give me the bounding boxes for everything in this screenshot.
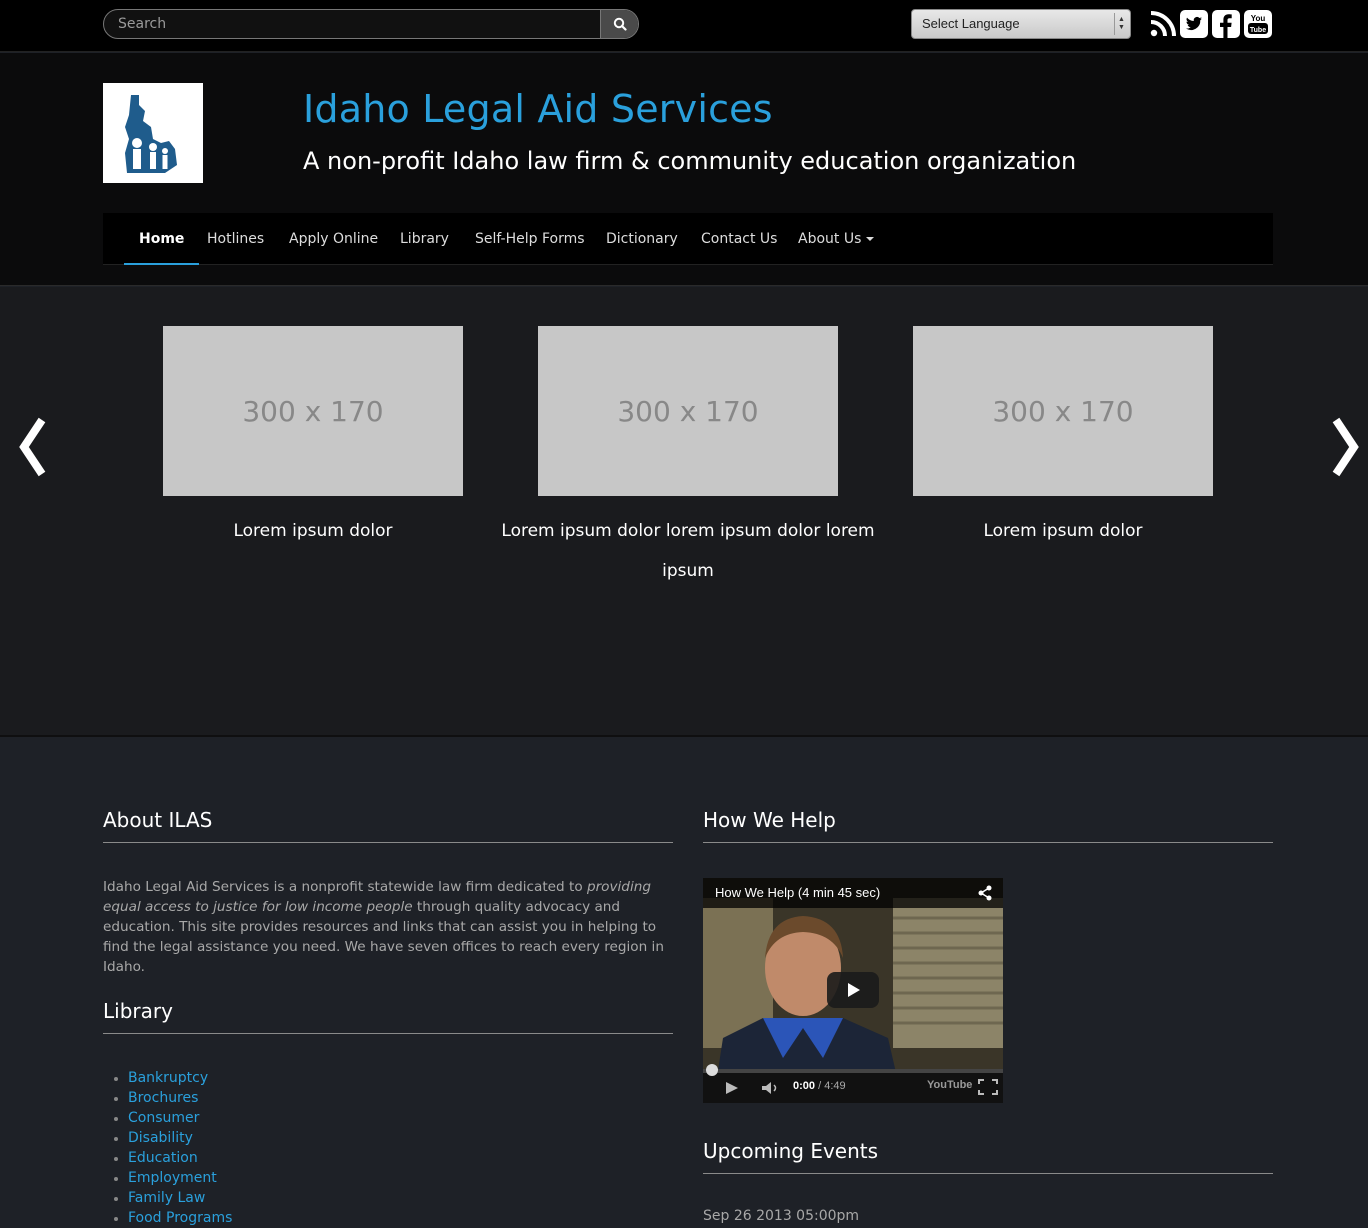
library-heading: Library [103,999,173,1023]
library-link-consumer[interactable]: Consumer [103,1108,232,1128]
video-scrubber-handle[interactable] [706,1064,718,1076]
volume-icon[interactable] [761,1081,781,1095]
nav-item-hotlines[interactable]: Hotlines [207,213,264,265]
site-header: Idaho Legal Aid Services A non-profit Id… [0,53,1368,286]
divider [703,842,1273,843]
about-heading: About ILAS [103,808,213,832]
caret-down-icon [866,237,875,241]
nav-item-self-help-forms[interactable]: Self-Help Forms [475,213,585,265]
language-select[interactable]: Select Language ▲ ▼ [911,9,1131,39]
search-box [103,9,639,39]
carousel: 300 x 170 Lorem ipsum dolor 300 x 170 Lo… [0,287,1368,737]
svg-text:You: You [1251,14,1266,23]
nav-item-library[interactable]: Library [400,213,449,265]
main-nav: Home Hotlines Apply Online Library Self-… [103,213,1273,265]
about-text: Idaho Legal Aid Services is a nonprofit … [103,879,664,975]
slide-image: 300 x 170 [913,326,1213,496]
divider [103,1033,673,1034]
search-button[interactable] [600,10,638,38]
search-icon [613,17,627,31]
video-time: 0:00 / 4:49 [793,1080,846,1092]
svg-text:Tube: Tube [1250,27,1266,34]
nav-item-apply-online[interactable]: Apply Online [289,213,378,265]
language-select-label: Select Language [922,16,1020,31]
library-link-bankruptcy[interactable]: Bankruptcy [103,1068,232,1088]
divider [103,842,673,843]
library-link-food-programs[interactable]: Food Programs [103,1208,232,1228]
youtube-icon[interactable]: You Tube [1244,10,1272,38]
site-tagline: A non-profit Idaho law firm & community … [303,147,1077,175]
library-link-disability[interactable]: Disability [103,1128,232,1148]
carousel-prev-icon[interactable] [12,412,52,482]
fullscreen-icon[interactable] [978,1079,998,1095]
events-heading: Upcoming Events [703,1139,879,1163]
share-icon[interactable] [977,885,993,901]
video-controls: 0:00 / 4:49 YouTube [703,1064,1003,1103]
nav-item-about-us[interactable]: About Us [798,213,875,265]
carousel-next-icon[interactable] [1326,412,1366,482]
library-list: Bankruptcy Brochures Consumer Disability… [103,1068,232,1228]
nav-item-dictionary[interactable]: Dictionary [606,213,678,265]
play-icon[interactable] [725,1081,739,1095]
divider [703,1173,1273,1174]
twitter-icon[interactable] [1180,10,1208,38]
youtube-logo[interactable]: YouTube [927,1079,972,1091]
idaho-people-logo-icon [125,95,177,173]
event-date[interactable]: Sep 26 2013 05:00pm [703,1208,859,1224]
video-title-bar: How We Help (4 min 45 sec) [703,878,1003,908]
search-input[interactable] [104,10,601,38]
slide-caption: Lorem ipsum dolor [983,521,1143,541]
site-title[interactable]: Idaho Legal Aid Services [303,87,773,131]
facebook-icon[interactable] [1212,10,1240,38]
video-title[interactable]: How We Help (4 min 45 sec) [715,885,880,900]
library-link-brochures[interactable]: Brochures [103,1088,232,1108]
library-link-family-law[interactable]: Family Law [103,1188,232,1208]
slide-caption: Lorem ipsum dolor lorem ipsum dolor lore… [501,521,875,581]
top-bar: Select Language ▲▼ You Tube [0,0,1368,52]
library-link-education[interactable]: Education [103,1148,232,1168]
logo[interactable] [103,83,203,183]
library-link-employment[interactable]: Employment [103,1168,232,1188]
play-button-icon[interactable] [827,972,879,1008]
how-we-help-heading: How We Help [703,808,836,832]
rss-icon[interactable] [1149,10,1177,38]
carousel-slide[interactable]: 300 x 170 Lorem ipsum dolor [163,326,463,541]
video-player[interactable]: How We Help (4 min 45 sec) 0:00 / 4:49 Y… [703,878,1003,1103]
carousel-slide[interactable]: 300 x 170 Lorem ipsum dolor [913,326,1213,541]
slide-image: 300 x 170 [538,326,838,496]
slide-image: 300 x 170 [163,326,463,496]
nav-item-home[interactable]: Home [124,213,200,265]
video-progress-bar[interactable] [703,1069,1003,1073]
slide-caption: Lorem ipsum dolor [233,521,393,541]
carousel-slide[interactable]: 300 x 170 Lorem ipsum dolor lorem ipsum … [501,326,875,581]
nav-item-contact-us[interactable]: Contact Us [701,213,777,265]
select-arrows-icon: ▲ ▼ [1114,13,1128,35]
